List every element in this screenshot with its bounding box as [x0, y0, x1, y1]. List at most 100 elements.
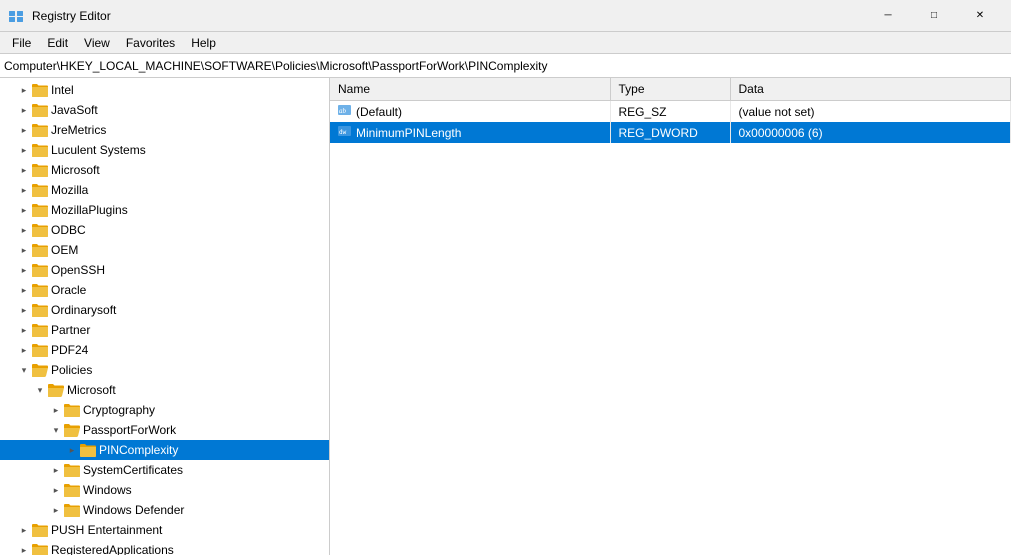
reg-name-text: (Default): [356, 105, 402, 119]
reg-name-text: MinimumPINLength: [356, 126, 461, 140]
tree-label: PUSH Entertainment: [51, 523, 162, 537]
menu-item-help[interactable]: Help: [183, 34, 224, 52]
tree-item-pdf24[interactable]: ▸ PDF24: [0, 340, 329, 360]
tree-item-ordinarysoft[interactable]: ▸ Ordinarysoft: [0, 300, 329, 320]
tree-expander[interactable]: ▸: [64, 440, 80, 460]
tree-expander[interactable]: ▾: [48, 420, 64, 440]
menu-bar: FileEditViewFavoritesHelp: [0, 32, 1011, 54]
table-row[interactable]: dw MinimumPINLengthREG_DWORD0x00000006 (…: [330, 122, 1011, 143]
folder-icon: [32, 122, 48, 138]
folder-icon: [32, 302, 48, 318]
tree-expander[interactable]: ▸: [16, 160, 32, 180]
tree-label: Intel: [51, 83, 74, 97]
tree-item-luculent[interactable]: ▸ Luculent Systems: [0, 140, 329, 160]
menu-item-edit[interactable]: Edit: [39, 34, 76, 52]
tree-expander[interactable]: ▸: [48, 400, 64, 420]
tree-label: Partner: [51, 323, 90, 337]
tree-item-jremetrics[interactable]: ▸ JreMetrics: [0, 120, 329, 140]
tree-label: Windows Defender: [83, 503, 184, 517]
tree-item-javasoft[interactable]: ▸ JavaSoft: [0, 100, 329, 120]
reg-type-cell: REG_SZ: [610, 101, 730, 123]
tree-item-systemcertificates[interactable]: ▸ SystemCertificates: [0, 460, 329, 480]
tree-expander[interactable]: ▸: [16, 300, 32, 320]
folder-icon: [32, 262, 48, 278]
tree-expander[interactable]: ▸: [16, 200, 32, 220]
tree-item-openssh[interactable]: ▸ OpenSSH: [0, 260, 329, 280]
tree-label: Cryptography: [83, 403, 155, 417]
folder-icon: [32, 342, 48, 358]
tree-label: PDF24: [51, 343, 88, 357]
address-path: Computer\HKEY_LOCAL_MACHINE\SOFTWARE\Pol…: [4, 59, 547, 73]
tree-item-oracle[interactable]: ▸ Oracle: [0, 280, 329, 300]
tree-label: Mozilla: [51, 183, 88, 197]
tree-label: JreMetrics: [51, 123, 106, 137]
tree-item-passportforwork[interactable]: ▾ PassportForWork: [0, 420, 329, 440]
tree-expander[interactable]: ▸: [16, 240, 32, 260]
tree-label: Microsoft: [67, 383, 116, 397]
tree-expander[interactable]: ▸: [16, 80, 32, 100]
tree-item-push[interactable]: ▸ PUSH Entertainment: [0, 520, 329, 540]
tree-label: Luculent Systems: [51, 143, 146, 157]
tree-expander[interactable]: ▸: [16, 540, 32, 555]
tree-expander[interactable]: ▸: [16, 100, 32, 120]
tree-expander[interactable]: ▸: [16, 140, 32, 160]
tree-item-oem[interactable]: ▸ OEM: [0, 240, 329, 260]
tree-item-mozillaplugins[interactable]: ▸ MozillaPlugins: [0, 200, 329, 220]
tree-item-pincomplexity[interactable]: ▸ PINComplexity: [0, 440, 329, 460]
tree-expander[interactable]: ▸: [16, 520, 32, 540]
registry-panel: Name Type Data ab (Default)REG_SZ(value …: [330, 78, 1011, 555]
registry-table: Name Type Data ab (Default)REG_SZ(value …: [330, 78, 1011, 143]
folder-icon: [32, 222, 48, 238]
tree-item-mozilla[interactable]: ▸ Mozilla: [0, 180, 329, 200]
folder-icon: [80, 442, 96, 458]
close-button[interactable]: ✕: [957, 0, 1003, 32]
folder-icon: [32, 82, 48, 98]
tree-label: OpenSSH: [51, 263, 105, 277]
tree-item-registeredapps[interactable]: ▸ RegisteredApplications: [0, 540, 329, 555]
tree-label: JavaSoft: [51, 103, 98, 117]
tree-expander[interactable]: ▾: [32, 380, 48, 400]
svg-text:dw: dw: [339, 129, 347, 136]
tree-expander[interactable]: ▸: [16, 260, 32, 280]
minimize-button[interactable]: ─: [865, 0, 911, 32]
folder-icon: [32, 202, 48, 218]
tree-expander[interactable]: ▸: [16, 340, 32, 360]
tree-expander[interactable]: ▸: [48, 480, 64, 500]
tree-panel[interactable]: ▸ Intel▸ JavaSoft▸ JreMetrics▸ Luculent …: [0, 78, 330, 555]
window-controls: ─ □ ✕: [865, 0, 1003, 32]
tree-label: PINComplexity: [99, 443, 178, 457]
table-row[interactable]: ab (Default)REG_SZ(value not set): [330, 101, 1011, 123]
tree-expander[interactable]: ▸: [48, 500, 64, 520]
tree-expander[interactable]: ▸: [16, 220, 32, 240]
tree-item-partner[interactable]: ▸ Partner: [0, 320, 329, 340]
menu-item-file[interactable]: File: [4, 34, 39, 52]
reg-type-icon: dw: [338, 125, 352, 140]
tree-item-windows[interactable]: ▸ Windows: [0, 480, 329, 500]
folder-icon: [32, 522, 48, 538]
tree-expander[interactable]: ▸: [16, 180, 32, 200]
title-bar-left: Registry Editor: [8, 8, 111, 24]
tree-label: Windows: [83, 483, 132, 497]
tree-expander[interactable]: ▸: [16, 320, 32, 340]
tree-item-odbc[interactable]: ▸ ODBC: [0, 220, 329, 240]
tree-expander[interactable]: ▾: [16, 360, 32, 380]
tree-item-cryptography[interactable]: ▸ Cryptography: [0, 400, 329, 420]
folder-icon: [64, 402, 80, 418]
maximize-button[interactable]: □: [911, 0, 957, 32]
tree-item-policies[interactable]: ▾ Policies: [0, 360, 329, 380]
tree-item-microsoft[interactable]: ▸ Microsoft: [0, 160, 329, 180]
tree-expander[interactable]: ▸: [16, 120, 32, 140]
tree-expander[interactable]: ▸: [48, 460, 64, 480]
tree-expander[interactable]: ▸: [16, 280, 32, 300]
tree-item-intel[interactable]: ▸ Intel: [0, 80, 329, 100]
folder-icon: [64, 502, 80, 518]
menu-item-view[interactable]: View: [76, 34, 118, 52]
app-icon: [8, 8, 24, 24]
col-header-name: Name: [330, 78, 610, 101]
folder-icon: [32, 242, 48, 258]
tree-item-windowsdefender[interactable]: ▸ Windows Defender: [0, 500, 329, 520]
main-content: ▸ Intel▸ JavaSoft▸ JreMetrics▸ Luculent …: [0, 78, 1011, 555]
menu-item-favorites[interactable]: Favorites: [118, 34, 183, 52]
reg-name-cell: dw MinimumPINLength: [330, 122, 610, 143]
tree-item-policies-microsoft[interactable]: ▾ Microsoft: [0, 380, 329, 400]
